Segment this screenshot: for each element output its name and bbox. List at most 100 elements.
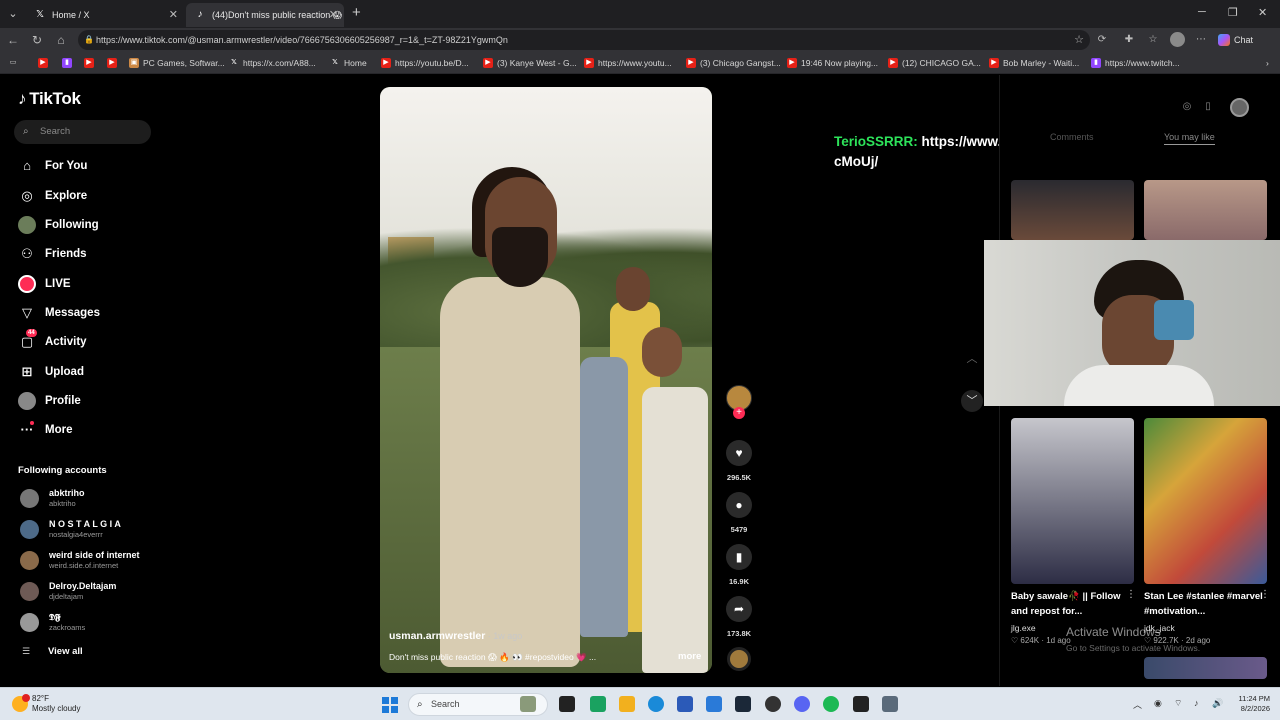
- settings-icon[interactable]: [882, 696, 898, 712]
- nav-explore[interactable]: ◎ Explore: [18, 185, 87, 207]
- nav-profile[interactable]: Profile: [18, 390, 81, 412]
- nav-messages[interactable]: ▽ Messages: [18, 302, 100, 324]
- toggle-avatar[interactable]: [1230, 98, 1249, 117]
- chevron-down-icon[interactable]: ﹀: [961, 390, 983, 412]
- more-vertical-icon[interactable]: ⋮: [1260, 589, 1270, 600]
- nav-more[interactable]: ··· More: [18, 419, 72, 441]
- profile-avatar[interactable]: [1170, 32, 1185, 47]
- address-bar[interactable]: 🔒 https://www.tiktok.com/@usman.armwrest…: [78, 30, 1090, 50]
- terminal-icon[interactable]: [559, 696, 575, 712]
- chevron-up-icon[interactable]: ︿: [962, 349, 982, 369]
- bookmark-item[interactable]: 𝕏 Home: [330, 55, 367, 71]
- windows-start-icon[interactable]: [382, 697, 398, 713]
- bookmark-item[interactable]: ▮ https://www.twitch...: [1091, 55, 1180, 71]
- steam-icon[interactable]: [735, 696, 751, 712]
- app-icon[interactable]: [677, 696, 693, 712]
- app-icon[interactable]: [706, 696, 722, 712]
- volume-icon[interactable]: 🔊: [1212, 698, 1223, 709]
- bookmark-item[interactable]: ▶ https://youtu.be/D...: [381, 55, 469, 71]
- card-author[interactable]: jlg.exe: [1011, 623, 1036, 633]
- back-icon[interactable]: ←: [5, 32, 21, 48]
- video-author[interactable]: usman.armwrestler · 1w ago: [389, 630, 522, 642]
- search-input[interactable]: ⌕ Search: [14, 120, 151, 144]
- video-thumbnail[interactable]: [1011, 180, 1134, 240]
- tiktok-logo[interactable]: ♪ TikTok: [18, 89, 81, 109]
- compass-icon[interactable]: ◎: [1179, 99, 1195, 115]
- video-bystander: [642, 387, 708, 673]
- search-placeholder: Search: [40, 126, 71, 137]
- view-all-link[interactable]: ☰ View all: [22, 646, 83, 657]
- tab-x-home[interactable]: 𝕏 Home / X ✕: [26, 3, 184, 27]
- share-arrow-icon[interactable]: ➦: [726, 596, 752, 622]
- bookmark-apps[interactable]: ▭: [8, 55, 22, 71]
- star-icon[interactable]: ☆: [1074, 30, 1084, 50]
- tray-app-icon[interactable]: ◉: [1154, 698, 1162, 709]
- follow-plus-icon[interactable]: +: [733, 407, 745, 419]
- bookmark-item[interactable]: ▶ 19:46 Now playing...: [787, 55, 878, 71]
- music-disc-icon[interactable]: [727, 647, 751, 671]
- chat-button[interactable]: Chat: [1218, 32, 1253, 48]
- tab-tiktok-video[interactable]: ♪ (44)Don't miss public reaction 😱 | ✕: [186, 3, 344, 27]
- bookmark-item[interactable]: ▣ PC Games, Softwar...: [129, 55, 225, 71]
- nav-live[interactable]: LIVE: [18, 273, 71, 295]
- spotify-icon[interactable]: [823, 696, 839, 712]
- menu-dots-icon[interactable]: ⋯: [1194, 33, 1208, 47]
- caption-more-button[interactable]: more: [678, 651, 701, 662]
- home-icon[interactable]: ⌂: [53, 32, 69, 48]
- video-thumbnail[interactable]: [1011, 418, 1134, 584]
- more-vertical-icon[interactable]: ⋮: [1126, 589, 1136, 600]
- wifi-icon[interactable]: ⌔: [1174, 698, 1182, 709]
- nav-activity[interactable]: ▢ 44 Activity: [18, 329, 87, 353]
- discord-icon[interactable]: [794, 696, 810, 712]
- nav-for-you[interactable]: ⌂ For You: [18, 155, 87, 177]
- tray-overflow-icon[interactable]: ︿: [1133, 698, 1142, 711]
- like-heart-icon[interactable]: ♥: [726, 440, 752, 466]
- video-player[interactable]: usman.armwrestler · 1w ago Don't miss pu…: [380, 87, 712, 673]
- new-tab-button[interactable]: +: [352, 4, 361, 22]
- bookmark-item[interactable]: ▶: [38, 55, 52, 71]
- device-icon[interactable]: ▯: [1200, 99, 1216, 115]
- nav-following[interactable]: Following: [18, 214, 99, 236]
- video-thumbnail[interactable]: [1144, 657, 1267, 679]
- close-window-icon[interactable]: ✕: [1258, 6, 1267, 19]
- close-icon[interactable]: ✕: [169, 3, 178, 27]
- nav-friends[interactable]: ⚇ Friends: [18, 243, 86, 265]
- app-icon[interactable]: [765, 696, 781, 712]
- tab-actions-icon[interactable]: ⌄: [4, 5, 22, 23]
- card-title[interactable]: Stan Lee #stanlee #marvel #motivation...: [1144, 589, 1269, 619]
- video-thumbnail[interactable]: [1144, 418, 1267, 584]
- reload-icon[interactable]: ↻: [29, 32, 45, 48]
- video-bystander-head: [642, 327, 682, 377]
- video-thumbnail[interactable]: [1144, 180, 1267, 240]
- bookmark-item[interactable]: ▶ Bob Marley - Waiti...: [989, 55, 1079, 71]
- maximize-icon[interactable]: ❐: [1228, 6, 1238, 19]
- bookmark-item[interactable]: ▶: [107, 55, 121, 71]
- weather-widget[interactable]: 82°F Mostly cloudy: [12, 694, 80, 716]
- edge-icon[interactable]: [648, 696, 664, 712]
- bookmarks-overflow-icon[interactable]: ›: [1252, 55, 1269, 71]
- store-icon[interactable]: [590, 696, 606, 712]
- card-title[interactable]: Baby sawale🥀 || Follow and repost for...: [1011, 589, 1136, 619]
- comment-icon[interactable]: ●: [726, 492, 752, 518]
- speaker-icon[interactable]: ♪: [1194, 698, 1199, 708]
- favorites-icon[interactable]: ☆: [1146, 33, 1160, 47]
- extensions-icon[interactable]: ✚: [1122, 33, 1136, 47]
- close-icon[interactable]: ✕: [329, 3, 338, 27]
- epic-games-icon[interactable]: [853, 696, 869, 712]
- bookmark-item[interactable]: ▶ (3) Chicago Gangst...: [686, 55, 781, 71]
- file-explorer-icon[interactable]: [619, 696, 635, 712]
- bookmark-item[interactable]: ▶: [84, 55, 98, 71]
- bookmark-item[interactable]: 𝕏https://x.com/A88...: [229, 55, 316, 71]
- extension-icon[interactable]: ⟳: [1095, 33, 1109, 47]
- bookmark-item[interactable]: ▮: [62, 55, 76, 71]
- minimize-icon[interactable]: ─: [1198, 6, 1206, 18]
- nav-upload[interactable]: ⊞ Upload: [18, 361, 84, 383]
- system-clock[interactable]: 11:24 PM 8/2/2026: [1226, 694, 1270, 714]
- bookmark-item[interactable]: ▶ (12) CHICAGO GA...: [888, 55, 981, 71]
- tab-you-may-like[interactable]: You may like: [1164, 132, 1215, 145]
- tab-comments[interactable]: Comments: [1050, 132, 1094, 142]
- bookmark-item[interactable]: ▶ (3) Kanye West - G...: [483, 55, 577, 71]
- widget-icon[interactable]: [520, 696, 536, 712]
- bookmark-item[interactable]: ▶ https://www.youtu...: [584, 55, 672, 71]
- bookmark-icon[interactable]: ▮: [726, 544, 752, 570]
